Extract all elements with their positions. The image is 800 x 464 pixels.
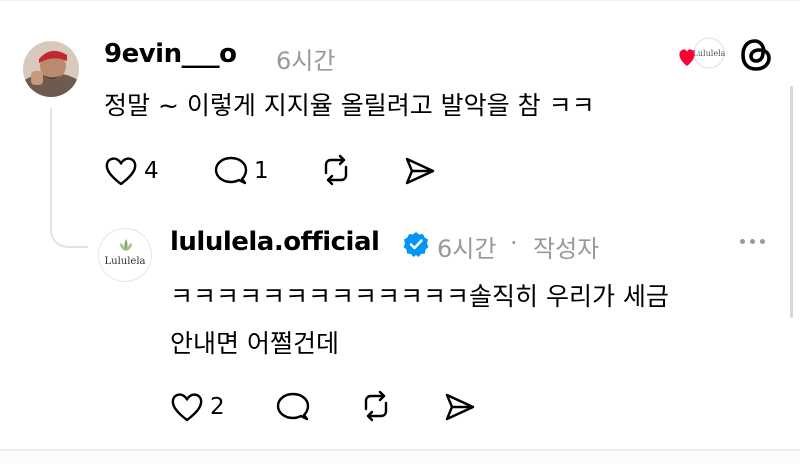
thread-line — [50, 108, 52, 234]
avatar[interactable] — [23, 41, 79, 97]
comment-icon — [214, 156, 248, 185]
reply-username[interactable]: lululela.official — [170, 227, 380, 257]
like-count: 4 — [144, 158, 159, 184]
repost-icon — [324, 154, 348, 186]
reply-comment-button[interactable] — [276, 391, 310, 423]
repost-icon — [364, 390, 388, 422]
share-button[interactable] — [403, 155, 437, 187]
bottom-bar — [0, 451, 800, 464]
more-options-button[interactable] — [740, 239, 765, 244]
scrollbar[interactable] — [790, 86, 793, 318]
reply-repost-button[interactable] — [358, 389, 394, 423]
reply-avatar-label: Lululela — [104, 256, 146, 267]
reply-text-line1: ㅋㅋㅋㅋㅋㅋㅋㅋㅋㅋㅋㅋㅋ솔직히 우리가 세금 — [170, 282, 669, 311]
reply-like-count: 2 — [210, 394, 225, 420]
post-time: 6시간 — [276, 47, 336, 75]
reply-text-line2: 안내면 어쩔건데 — [170, 329, 339, 358]
verified-badge-icon — [402, 230, 430, 258]
reply-share-button[interactable] — [443, 391, 477, 423]
threads-logo-icon[interactable] — [738, 36, 774, 74]
post-text: 정말 ~ 이렇게 지지율 올릴려고 발악을 참 ㅋㅋ — [104, 91, 595, 120]
reply-avatar[interactable]: Lululela — [98, 228, 152, 282]
comment-icon — [276, 392, 310, 421]
heart-outline-icon — [105, 157, 137, 186]
reply-count: 1 — [254, 158, 269, 184]
like-button[interactable]: 4 — [104, 155, 159, 187]
share-icon — [405, 157, 435, 185]
post-username[interactable]: 9evin___o — [104, 39, 237, 69]
thread-connector — [50, 224, 88, 248]
meta-separator: · — [510, 229, 518, 257]
comment-button[interactable]: 1 — [214, 155, 269, 187]
reply-like-button[interactable]: 2 — [170, 391, 225, 423]
share-icon — [445, 393, 475, 421]
svg-text:Lululela: Lululela — [693, 49, 726, 58]
reply-time: 6시간 — [437, 235, 497, 263]
heart-icon — [679, 49, 695, 66]
author-tag: 작성자 — [533, 235, 600, 263]
top-divider — [0, 0, 800, 1]
liked-badge: Lululela — [675, 36, 727, 72]
heart-outline-icon — [171, 393, 203, 422]
repost-button[interactable] — [318, 153, 354, 187]
